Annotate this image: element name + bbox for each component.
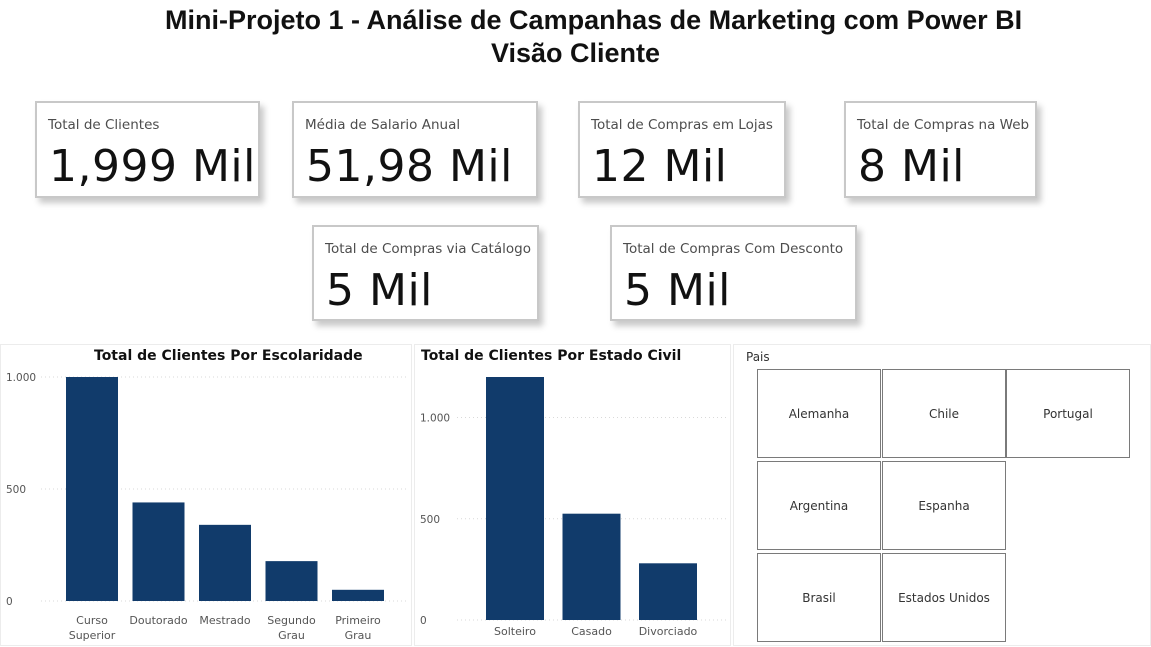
kpi-card-compras-catalogo[interactable]: Total de Compras via Catálogo 5 Mil <box>312 225 539 321</box>
x-tick-label: Casado <box>571 625 612 638</box>
slicer-option-estados-unidos[interactable]: Estados Unidos <box>882 553 1006 642</box>
x-tick-label: Mestrado <box>199 614 251 627</box>
slicer-title: Pais <box>746 350 770 364</box>
bar <box>66 377 118 601</box>
report-title-line-2: Visão Cliente <box>490 38 661 68</box>
kpi-value: 51,98 Mil <box>306 141 513 192</box>
kpi-value: 5 Mil <box>624 265 731 316</box>
kpi-label: Total de Compras Com Desconto <box>623 241 844 257</box>
bar <box>639 563 697 620</box>
y-tick-label: 0 <box>420 615 427 627</box>
kpi-card-media-salario[interactable]: Média de Salario Anual 51,98 Mil <box>292 101 538 198</box>
bar <box>132 502 185 601</box>
x-tick-label: Segundo <box>267 614 316 627</box>
x-tick-label: Solteiro <box>494 625 536 638</box>
x-tick-label: Primeiro <box>335 614 381 627</box>
slicer-option-brasil[interactable]: Brasil <box>757 553 881 642</box>
kpi-label: Média de Salario Anual <box>305 117 461 133</box>
report-title-line-1: Mini-Projeto 1 - Análise de Campanhas de… <box>165 5 1023 35</box>
bar <box>332 589 384 601</box>
chart-escolaridade[interactable]: Total de Clientes Por Escolaridade 0 500 1… <box>0 344 412 646</box>
slicer-option-chile[interactable]: Chile <box>882 369 1006 458</box>
x-tick-label: Doutorado <box>129 614 187 627</box>
x-tick-label: Divorciado <box>639 625 698 638</box>
kpi-value: 5 Mil <box>326 265 433 316</box>
x-tick-label: Superior <box>69 629 116 642</box>
slicer-option-alemanha[interactable]: Alemanha <box>757 369 881 458</box>
slicer-pais[interactable]: Pais Alemanha Chile Portugal Argentina E… <box>733 344 1151 646</box>
y-tick-label: 500 <box>420 514 440 526</box>
kpi-value: 8 Mil <box>858 141 965 192</box>
y-tick-label: 500 <box>6 484 26 496</box>
chart-escolaridade-plot: 0 500 1.000 Curso Superior Doutorado Mestrado S… <box>6 372 409 642</box>
kpi-value: 12 Mil <box>592 141 728 192</box>
x-tick-label: Grau <box>278 629 305 642</box>
y-tick-label: 1.000 <box>420 413 450 425</box>
kpi-label: Total de Clientes <box>48 117 160 133</box>
x-tick-label: Grau <box>345 629 372 642</box>
kpi-card-total-clientes[interactable]: Total de Clientes 1,999 Mil <box>35 101 260 198</box>
bar <box>265 561 318 601</box>
chart-estado-civil[interactable]: Total de Clientes Por Estado Civil 0 500 1… <box>414 344 731 646</box>
kpi-value: 1,999 Mil <box>49 141 256 192</box>
slicer-option-espanha[interactable]: Espanha <box>882 461 1006 550</box>
kpi-card-compras-lojas[interactable]: Total de Compras em Lojas 12 Mil <box>578 101 786 198</box>
kpi-label: Total de Compras via Catálogo <box>325 241 531 257</box>
kpi-card-compras-web[interactable]: Total de Compras na Web 8 Mil <box>844 101 1037 198</box>
bar <box>199 524 251 601</box>
chart-estado-civil-plot: 0 500 1.000 Solteiro Casado Divorciado <box>420 377 727 638</box>
kpi-card-compras-desconto[interactable]: Total de Compras Com Desconto 5 Mil <box>610 225 857 321</box>
slicer-option-portugal[interactable]: Portugal <box>1006 369 1130 458</box>
y-tick-label: 0 <box>6 596 13 608</box>
kpi-label: Total de Compras em Lojas <box>591 117 773 133</box>
bar <box>562 513 621 620</box>
kpi-label: Total de Compras na Web <box>857 117 1030 133</box>
y-tick-label: 1.000 <box>6 372 36 384</box>
slicer-option-argentina[interactable]: Argentina <box>757 461 881 550</box>
bar <box>486 377 544 620</box>
x-tick-label: Curso <box>76 614 108 627</box>
